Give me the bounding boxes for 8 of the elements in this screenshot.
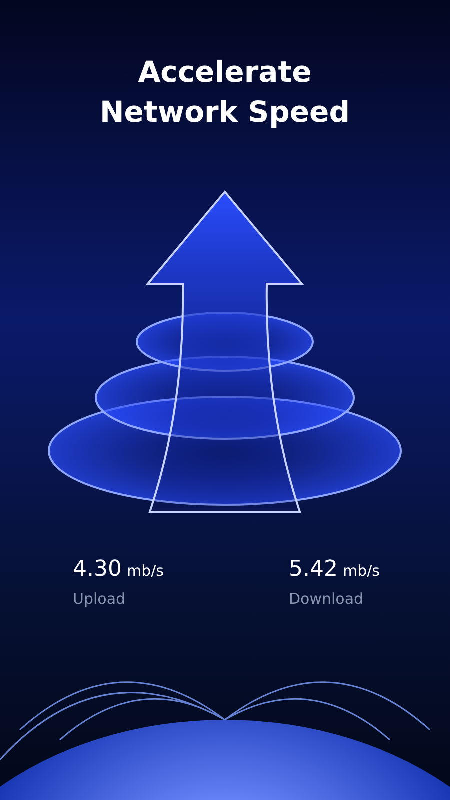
speed-unit: mb/s bbox=[342, 562, 380, 580]
speed-unit: mb/s bbox=[126, 562, 164, 580]
headline: Network Speed bbox=[100, 94, 350, 131]
speed-label: Upload bbox=[73, 590, 127, 608]
speed-value: 5.42 bbox=[289, 557, 338, 582]
speed-value: 4.30 bbox=[73, 557, 122, 582]
headline: Accelerate bbox=[138, 54, 312, 91]
speed-label: Download bbox=[289, 590, 365, 608]
